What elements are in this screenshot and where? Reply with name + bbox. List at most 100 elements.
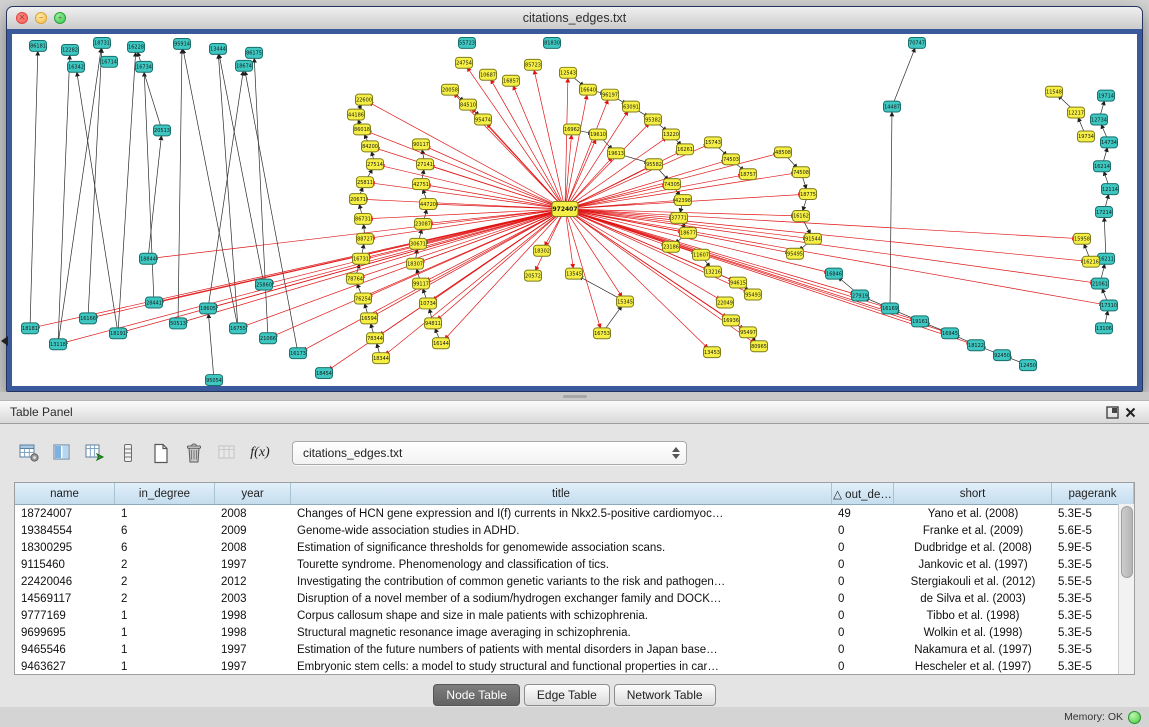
column-header-short[interactable]: short bbox=[894, 483, 1052, 504]
table-row[interactable]: 1872400712008Changes of HCN gene express… bbox=[15, 505, 1134, 522]
graph-node[interactable]: 86018 bbox=[354, 124, 371, 135]
graph-node[interactable]: 16169 bbox=[882, 303, 899, 314]
graph-node[interactable]: 22049 bbox=[717, 297, 734, 308]
graph-node[interactable]: 95495 bbox=[787, 248, 804, 259]
graph-node[interactable]: 90117 bbox=[413, 139, 430, 150]
show-columns-button[interactable] bbox=[47, 439, 77, 467]
graph-node[interactable]: 95054 bbox=[206, 375, 223, 386]
table-settings-button[interactable] bbox=[14, 439, 44, 467]
graph-node[interactable]: 42398 bbox=[675, 195, 692, 206]
graph-node[interactable]: 44186 bbox=[348, 109, 365, 120]
graph-node[interactable]: 18757 bbox=[740, 169, 757, 180]
graph-node[interactable]: 70747 bbox=[909, 37, 926, 48]
table-row[interactable]: 1938455462009Genome-wide association stu… bbox=[15, 522, 1134, 539]
column-header-name[interactable]: name bbox=[15, 483, 115, 504]
new-table-button[interactable] bbox=[146, 439, 176, 467]
graph-node[interactable]: 76254 bbox=[355, 293, 372, 304]
graph-node[interactable]: 23087 bbox=[415, 218, 432, 229]
graph-node[interactable]: 81830 bbox=[544, 37, 561, 48]
column-header-year[interactable]: year bbox=[215, 483, 291, 504]
table-row[interactable]: 946554611997Estimation of the future num… bbox=[15, 641, 1134, 658]
graph-node[interactable]: 37771 bbox=[671, 212, 688, 223]
graph-node[interactable]: 23186 bbox=[663, 241, 680, 252]
graph-node[interactable]: 27141 bbox=[417, 159, 434, 170]
table-row[interactable]: 946362711997Embryonic stem cells: a mode… bbox=[15, 658, 1134, 674]
table-row[interactable]: 1830029562008Estimation of significance … bbox=[15, 539, 1134, 556]
graph-node[interactable]: 21061 bbox=[1092, 278, 1109, 289]
graph-node[interactable]: 15345 bbox=[617, 296, 634, 307]
graph-node[interactable]: 16173 bbox=[290, 348, 307, 359]
graph-node[interactable]: 19613 bbox=[608, 148, 625, 159]
hidden-panel-arrow[interactable] bbox=[1, 336, 8, 346]
column-header-out_de[interactable]: △ out_de… bbox=[832, 483, 894, 504]
graph-node[interactable]: 15958 bbox=[1074, 233, 1091, 244]
graph-node[interactable]: 18122 bbox=[968, 340, 985, 351]
graph-node[interactable]: 78344 bbox=[367, 333, 384, 344]
graph-node[interactable]: 15743 bbox=[705, 137, 722, 148]
graph-node[interactable]: 16216 bbox=[1083, 256, 1100, 267]
graph-node[interactable]: 28441 bbox=[146, 297, 163, 308]
network-canvas[interactable]: 9724078618112282187311622895914134448617… bbox=[12, 34, 1137, 386]
graph-node[interactable]: 92450 bbox=[994, 350, 1011, 361]
graph-node[interactable]: 63091 bbox=[623, 101, 640, 112]
graph-node[interactable]: 55723 bbox=[459, 37, 476, 48]
graph-node[interactable]: 18731 bbox=[94, 37, 111, 48]
graph-node[interactable]: 11548 bbox=[1046, 86, 1063, 97]
graph-node[interactable]: 25860 bbox=[256, 279, 273, 290]
graph-node[interactable]: 84200 bbox=[362, 141, 379, 152]
graph-node[interactable]: 10734 bbox=[420, 298, 437, 309]
graph-node[interactable]: 24754 bbox=[456, 57, 473, 68]
graph-node[interactable]: 18302 bbox=[534, 245, 551, 256]
graph-node[interactable]: 48508 bbox=[775, 147, 792, 158]
graph-node[interactable]: 18674 bbox=[236, 60, 253, 71]
graph-node[interactable]: 16734 bbox=[136, 61, 153, 72]
panel-resize-handle[interactable] bbox=[0, 392, 1149, 400]
graph-node[interactable]: 74503 bbox=[723, 154, 740, 165]
graph-node[interactable]: 12450 bbox=[1020, 360, 1037, 371]
graph-node[interactable]: 16857 bbox=[503, 75, 520, 86]
graph-node[interactable]: 18307 bbox=[407, 258, 424, 269]
graph-node[interactable]: 86175 bbox=[246, 47, 263, 58]
function-builder-button[interactable]: f(x) bbox=[245, 439, 275, 467]
graph-node[interactable]: 18677 bbox=[680, 227, 697, 238]
graph-node[interactable]: 20671 bbox=[350, 194, 367, 205]
scrollbar-thumb[interactable] bbox=[1121, 506, 1133, 578]
graph-node[interactable]: 95497 bbox=[740, 327, 757, 338]
graph-node[interactable]: 13220 bbox=[663, 129, 680, 140]
graph-node[interactable]: 12282 bbox=[62, 44, 79, 55]
column-header-title[interactable]: title bbox=[291, 483, 832, 504]
graph-node[interactable]: 94811 bbox=[425, 318, 442, 329]
column-header-pagerank[interactable]: pagerank bbox=[1052, 483, 1134, 504]
graph-node[interactable]: 18605 bbox=[200, 303, 217, 314]
graph-node[interactable]: 12217 bbox=[1068, 107, 1085, 118]
graph-node[interactable]: 16228 bbox=[128, 41, 145, 52]
graph-node[interactable]: 18454 bbox=[316, 368, 333, 379]
graph-node[interactable]: 44720 bbox=[420, 199, 437, 210]
graph-node[interactable]: 22600 bbox=[356, 94, 373, 105]
graph-node[interactable]: 13545 bbox=[566, 268, 583, 279]
graph-node[interactable]: 20058 bbox=[442, 84, 459, 95]
import-table-button[interactable] bbox=[80, 439, 110, 467]
graph-node[interactable]: 95582 bbox=[646, 159, 663, 170]
graph-node[interactable]: 13106 bbox=[1096, 323, 1113, 334]
graph-node[interactable]: 19714 bbox=[1098, 90, 1115, 101]
graph-node[interactable]: 18344 bbox=[373, 353, 390, 364]
graph-node[interactable]: 18191 bbox=[110, 328, 127, 339]
graph-node[interactable]: 94615 bbox=[730, 277, 747, 288]
graph-node[interactable]: 16166 bbox=[80, 313, 97, 324]
close-window-icon[interactable]: ✕ bbox=[16, 12, 28, 24]
float-panel-icon[interactable] bbox=[1103, 403, 1121, 421]
tab-network-table[interactable]: Network Table bbox=[614, 684, 716, 706]
graph-node[interactable]: 16936 bbox=[723, 315, 740, 326]
graph-node[interactable]: 42751 bbox=[413, 179, 430, 190]
close-panel-icon[interactable] bbox=[1121, 403, 1139, 421]
graph-node[interactable]: 20572 bbox=[525, 270, 542, 281]
zoom-window-icon[interactable]: + bbox=[54, 12, 66, 24]
graph-node[interactable]: 99117 bbox=[413, 278, 430, 289]
graph-node[interactable]: 18181 bbox=[22, 323, 39, 334]
table-selector-dropdown[interactable]: citations_edges.txt bbox=[292, 441, 687, 465]
graph-node[interactable]: 80965 bbox=[751, 341, 768, 352]
graph-node[interactable]: 18775 bbox=[800, 189, 817, 200]
graph-node[interactable]: 17214 bbox=[1096, 207, 1113, 218]
graph-node[interactable]: 18844 bbox=[140, 253, 157, 264]
